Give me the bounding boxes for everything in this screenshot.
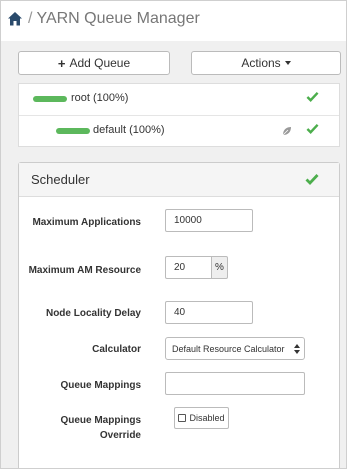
main-content: + Add Queue Actions root (100%) default … [1, 41, 346, 468]
scheduler-title: Scheduler [31, 172, 90, 187]
queue-name: root (100%) [71, 92, 129, 104]
leaf-icon [282, 127, 291, 136]
capacity-bar [56, 128, 90, 134]
checkbox-icon [178, 414, 187, 422]
node-locality-delay-input[interactable]: 40 [165, 301, 253, 324]
node-locality-delay-label: Node Locality Delay [45, 308, 141, 319]
calculator-select[interactable]: Default Resource Calculator [165, 337, 305, 360]
add-queue-label: Add Queue [69, 56, 131, 70]
title-text: YARN Queue Manager [36, 10, 200, 27]
add-queue-button[interactable]: + Add Queue [18, 51, 170, 75]
check-icon [305, 174, 319, 186]
actions-label: Actions [241, 56, 281, 70]
page-title: / YARN Queue Manager [28, 10, 200, 28]
check-icon [306, 123, 319, 134]
actions-dropdown-button[interactable]: Actions [191, 51, 341, 75]
queue-list: root (100%) default (100%) [18, 83, 340, 147]
percent-addon: % [212, 256, 228, 279]
page-header: / YARN Queue Manager [1, 1, 346, 42]
scheduler-panel-header: Scheduler [19, 163, 339, 197]
scheduler-panel: Scheduler Maximum Applications 10000 Max… [18, 162, 340, 468]
max-am-resource-input[interactable]: 20 [165, 256, 212, 279]
queue-mappings-override-label: Queue Mappings Override [60, 415, 141, 441]
queue-row-root[interactable]: root (100%) [19, 84, 339, 116]
max-applications-label: Maximum Applications [32, 217, 141, 228]
max-applications-input[interactable]: 10000 [165, 209, 253, 232]
queue-manager-window: / YARN Queue Manager + Add Queue Actions … [0, 0, 347, 469]
max-am-resource-label: Maximum AM Resource [28, 265, 141, 276]
queue-mappings-override-toggle[interactable]: Disabled [174, 407, 229, 429]
queue-mappings-label: Queue Mappings [60, 380, 141, 391]
check-icon [306, 91, 319, 102]
breadcrumb-separator: / [28, 10, 33, 27]
select-arrows-icon [294, 344, 300, 354]
calculator-label: Calculator [92, 344, 141, 355]
queue-mappings-input[interactable] [165, 372, 305, 395]
home-icon[interactable] [7, 11, 23, 27]
override-toggle-label: Disabled [189, 413, 225, 423]
calculator-value: Default Resource Calculator [172, 343, 285, 354]
queue-row-default[interactable]: default (100%) [19, 116, 339, 147]
plus-icon: + [57, 55, 66, 71]
caret-down-icon [284, 61, 291, 65]
capacity-bar [33, 96, 67, 102]
queue-name: default (100%) [93, 124, 165, 136]
